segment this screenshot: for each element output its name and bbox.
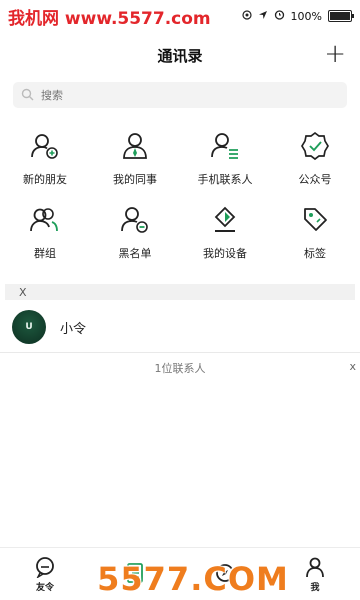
grid-item-official-accounts[interactable]: 公众号 (270, 125, 360, 199)
grid-item-label: 公众号 (298, 173, 332, 186)
close-button[interactable]: x (349, 360, 356, 373)
discover-icon (214, 562, 236, 584)
tab-me[interactable]: 我 (270, 548, 360, 600)
battery-icon (328, 10, 354, 22)
chat-icon (34, 556, 56, 579)
tab-chat[interactable]: 友令 (0, 548, 90, 600)
grid-item-my-devices[interactable]: 我的设备 (180, 199, 270, 273)
contacts-icon (124, 562, 146, 584)
location-icon (241, 9, 252, 23)
watermark-text: 我机网 www.5577.com (8, 8, 211, 29)
grid-item-phone-contacts[interactable]: 手机联系人 (180, 125, 270, 199)
navigation-arrow-icon (258, 10, 268, 23)
add-button[interactable]: + (324, 40, 346, 68)
grid-item-colleagues[interactable]: 我的同事 (90, 125, 180, 199)
contact-count: 1位联系人 (154, 362, 206, 375)
grid-item-groups[interactable]: 群组 (0, 199, 90, 273)
avatar-text: U (25, 322, 33, 332)
page-title: 通讯录 (157, 46, 203, 65)
me-icon (304, 556, 326, 578)
grid-item-blacklist[interactable]: 黑名单 (90, 199, 180, 273)
official-account-icon (298, 129, 332, 163)
alarm-icon (274, 9, 285, 23)
search-bar[interactable] (13, 82, 347, 108)
grid-item-label: 新的朋友 (23, 173, 67, 186)
grid-item-tags[interactable]: 标签 (270, 199, 360, 273)
group-icon (28, 203, 62, 237)
device-icon (208, 203, 242, 237)
battery-percent: 100% (290, 9, 322, 23)
grid-item-label: 我的同事 (113, 173, 157, 186)
add-friend-icon (28, 129, 62, 163)
tab-bar: 友令 我 (0, 547, 360, 600)
grid-item-label: 黑名单 (118, 247, 152, 260)
nav-bar: 通讯录 + (0, 38, 360, 72)
avatar: U (12, 310, 46, 344)
function-grid: 新的朋友 我的同事 手机联系人 公众号 群组 黑名单 我的设备 标签 (0, 125, 360, 273)
tab-label: 我 (310, 582, 320, 593)
search-icon (21, 86, 34, 105)
contact-row[interactable]: U 小令 (0, 308, 360, 346)
status-indicators: 100% (241, 9, 354, 23)
section-letter: X (19, 285, 27, 299)
divider (0, 352, 360, 353)
grid-item-label: 我的设备 (203, 247, 247, 260)
grid-item-label: 标签 (304, 247, 326, 260)
blacklist-icon (118, 203, 152, 237)
tab-label: 友令 (35, 582, 54, 593)
status-bar: 我机网 www.5577.com 100% (0, 0, 360, 32)
section-header: X (5, 284, 355, 300)
grid-item-new-friends[interactable]: 新的朋友 (0, 125, 90, 199)
search-input[interactable] (39, 87, 323, 103)
colleague-icon (118, 129, 152, 163)
tab-discover[interactable] (180, 548, 270, 600)
grid-item-label: 手机联系人 (197, 173, 253, 186)
tag-icon (298, 203, 332, 237)
grid-item-label: 群组 (34, 247, 56, 260)
phone-contacts-icon (208, 129, 242, 163)
tab-contacts[interactable] (90, 548, 180, 600)
contact-name: 小令 (60, 321, 87, 337)
